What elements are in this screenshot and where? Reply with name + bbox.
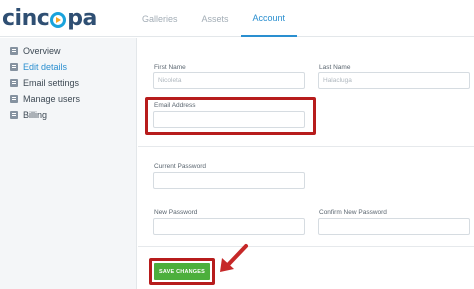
sidebar-item-overview[interactable]: Overview [10,44,61,58]
new-password-label: New Password [154,209,198,216]
users-icon [10,95,18,103]
nav-assets[interactable]: Assets [190,0,241,37]
first-name-field[interactable]: Nicoleta [153,72,305,89]
sidebar-item-label: Overview [23,46,61,56]
email-field[interactable] [153,111,305,128]
current-password-label: Current Password [154,163,207,170]
last-name-field[interactable]: Halacluga [318,72,470,89]
save-changes-button[interactable]: SAVE CHANGES [154,263,210,280]
sidebar-item-email-settings[interactable]: Email settings [10,76,79,90]
first-name-label: First Name [154,64,186,71]
logo-text-end: pa [67,5,97,31]
app-root: cinc pa Galleries Assets Account Overvie… [0,0,474,289]
top-header: cinc pa Galleries Assets Account [0,0,474,37]
sidebar: Overview Edit details Email settings Man… [0,38,137,289]
email-label: Email Address [154,102,196,109]
confirm-password-label: Confirm New Password [319,209,387,216]
nav-account[interactable]: Account [240,0,298,37]
section-divider [138,146,474,147]
sidebar-item-label: Manage users [23,94,81,104]
edit-icon [10,63,18,71]
sidebar-item-manage-users[interactable]: Manage users [10,92,80,106]
sidebar-item-label: Edit details [23,62,68,72]
confirm-password-field[interactable] [318,218,470,235]
new-password-field[interactable] [153,218,305,235]
email-icon [10,79,18,87]
section-divider [138,246,474,247]
sidebar-item-billing[interactable]: Billing [10,108,47,122]
current-password-field[interactable] [153,172,305,189]
overview-icon [10,47,18,55]
billing-icon [10,111,18,119]
nav-galleries[interactable]: Galleries [130,0,190,37]
logo-text-start: cinc [2,5,50,31]
sidebar-item-label: Billing [23,110,48,120]
logo-play-icon [50,12,67,28]
cincopa-logo[interactable]: cinc pa [2,5,97,31]
sidebar-item-edit-details[interactable]: Edit details [10,60,67,74]
sidebar-item-label: Email settings [23,78,80,88]
top-nav: Galleries Assets Account [130,0,298,37]
last-name-label: Last Name [319,64,351,71]
pointer-arrow-icon [220,244,248,272]
